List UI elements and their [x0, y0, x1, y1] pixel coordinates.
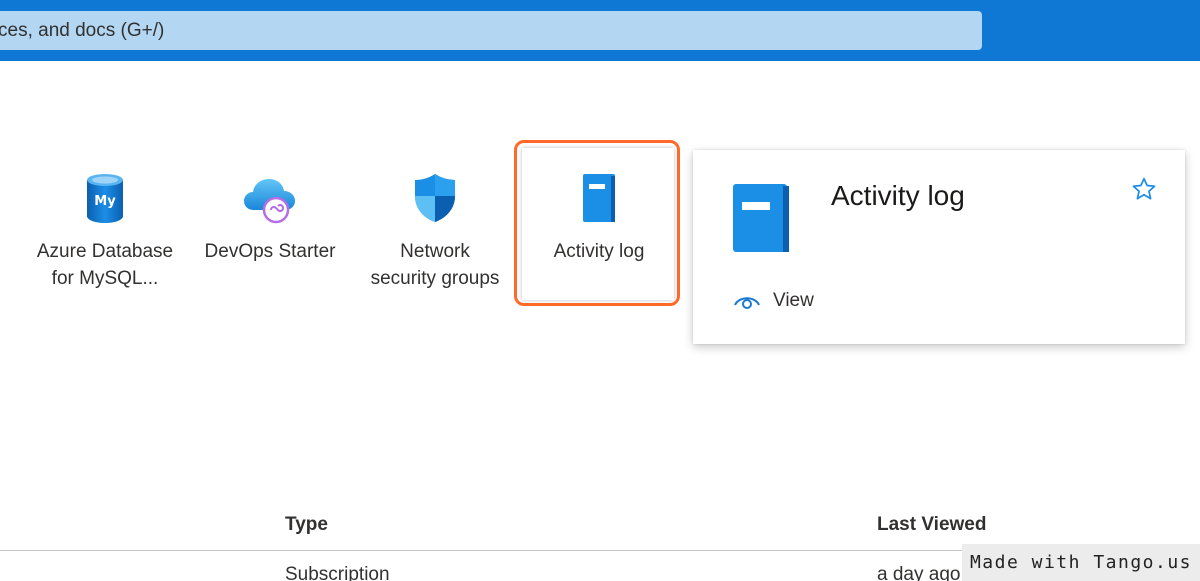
- azure-portal-page: ces, and docs (G+/) My Azure Database fo…: [0, 0, 1200, 581]
- devops-starter-icon: [244, 179, 295, 224]
- svg-text:My: My: [94, 194, 116, 209]
- eye-icon: [734, 297, 760, 309]
- view-button[interactable]: View: [733, 286, 814, 316]
- tango-watermark: Made with Tango.us: [962, 544, 1200, 581]
- hover-card-title: Activity log: [831, 180, 965, 211]
- view-label: View: [773, 290, 814, 311]
- service-tile-network-security-groups[interactable]: Network security groups: [356, 150, 514, 310]
- network-security-shield-icon: [415, 174, 455, 222]
- activity-log-book-icon: [733, 184, 789, 252]
- service-tile-label: DevOps Starter: [204, 241, 336, 262]
- tile-highlight-outline: [514, 140, 680, 306]
- cell-type: Subscription: [285, 564, 390, 581]
- top-bar: ces, and docs (G+/): [0, 0, 1200, 61]
- star-icon[interactable]: [1131, 176, 1157, 202]
- column-header-type[interactable]: Type: [285, 514, 328, 536]
- search-placeholder: ces, and docs (G+/): [0, 20, 165, 41]
- service-tile-mysql[interactable]: My Azure Database for MySQL...: [26, 150, 184, 310]
- service-tile-label: Azure Database for MySQL...: [36, 241, 174, 289]
- mysql-database-icon: My: [87, 174, 123, 223]
- service-tile-devops-starter[interactable]: DevOps Starter: [191, 150, 349, 310]
- cell-last-viewed: a day ago: [877, 564, 961, 581]
- service-hover-card: Activity log View: [693, 150, 1185, 344]
- column-header-last-viewed[interactable]: Last Viewed: [877, 514, 986, 536]
- service-tile-label: Network security groups: [370, 241, 500, 289]
- global-search-input[interactable]: ces, and docs (G+/): [0, 11, 982, 50]
